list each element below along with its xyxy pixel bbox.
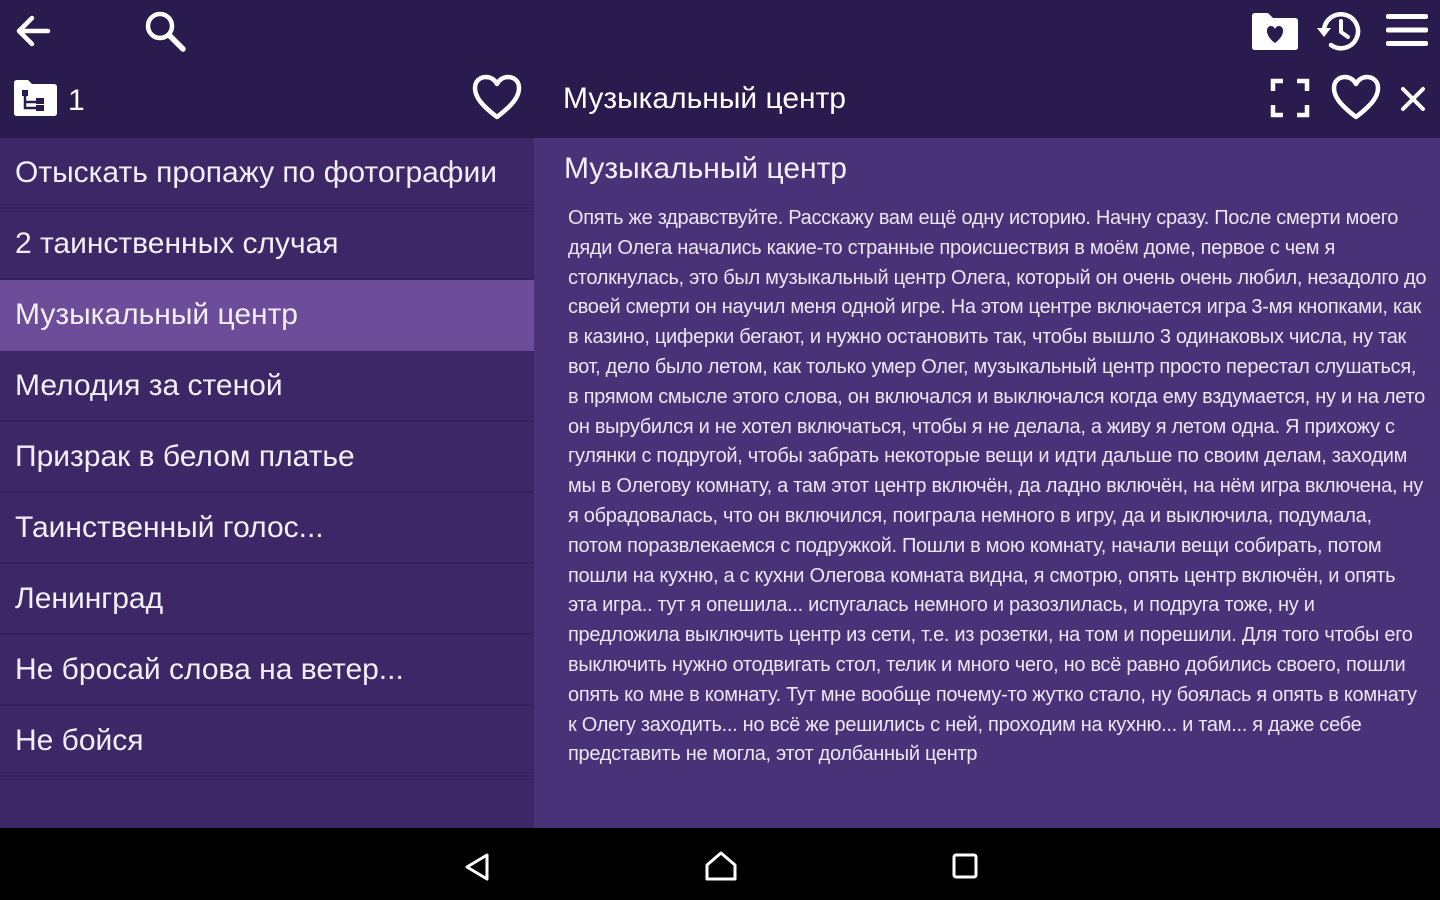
article-pane: Музыкальный центр Опять же здравствуйте.… xyxy=(534,138,1440,828)
app-toolbar: 1 Музыкальный центр xyxy=(0,0,1440,138)
list-item-label: Призрак в белом платье xyxy=(15,439,355,473)
heart-outline-icon[interactable] xyxy=(472,74,522,122)
list-item[interactable]: Не бросай слова на ветер... xyxy=(0,635,534,706)
list-item[interactable]: Не бойся xyxy=(0,706,534,777)
folder-heart-icon[interactable] xyxy=(1250,10,1300,52)
list-item[interactable]: Призрак в белом платье xyxy=(0,422,534,493)
fullscreen-icon[interactable] xyxy=(1270,78,1310,118)
list-item-label: Ленинград xyxy=(15,581,164,615)
list-count: 1 xyxy=(68,84,85,117)
list-item[interactable]: Отыскать пропажу по фотографии xyxy=(0,138,534,209)
arrow-left-icon[interactable] xyxy=(12,10,54,52)
list-item[interactable]: Музыкальный центр xyxy=(0,280,534,351)
list-item-label: Не бросай слова на ветер... xyxy=(15,652,404,686)
article-title: Музыкальный центр xyxy=(564,152,847,185)
nav-back-icon[interactable] xyxy=(462,852,492,882)
history-icon[interactable] xyxy=(1314,6,1366,56)
list-item[interactable]: Мелодия за стеной xyxy=(0,351,534,422)
nav-recents-icon[interactable] xyxy=(951,852,979,880)
hamburger-menu-icon[interactable] xyxy=(1384,12,1430,48)
tree-structure-icon[interactable] xyxy=(12,78,60,118)
nav-home-icon[interactable] xyxy=(704,850,738,882)
list-item-label: Мелодия за стеной xyxy=(15,368,283,402)
detail-heart-outline-icon[interactable] xyxy=(1331,74,1381,122)
story-list: Отыскать пропажу по фотографии 2 таинстве… xyxy=(0,138,534,828)
list-item-label: Не бойся xyxy=(15,723,144,757)
list-item[interactable]: 2 таинственных случая xyxy=(0,209,534,280)
close-icon[interactable] xyxy=(1400,86,1426,112)
list-item-label: 2 таинственных случая xyxy=(15,226,339,260)
list-item-label: Музыкальный центр xyxy=(15,297,298,331)
system-nav-bar xyxy=(0,828,1440,900)
list-item[interactable]: Ленинград xyxy=(0,564,534,635)
list-item-label: Отыскать пропажу по фотографии xyxy=(15,155,498,189)
list-item[interactable]: Таинственный голос... xyxy=(0,493,534,564)
search-icon[interactable] xyxy=(142,8,188,54)
article-body: Опять же здравствуйте. Расскажу вам ещё … xyxy=(568,207,1427,766)
detail-header-title: Музыкальный центр xyxy=(563,82,846,115)
list-item-label: Таинственный голос... xyxy=(15,510,324,544)
